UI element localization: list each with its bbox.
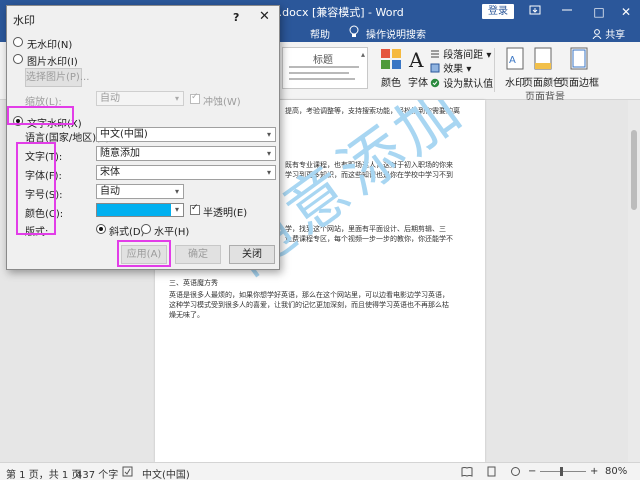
effects-label: 效果: [443, 64, 464, 75]
print-layout-icon[interactable]: [486, 466, 497, 480]
language-select[interactable]: 中文(中国) ▾: [96, 127, 276, 142]
highlight-field-labels: [16, 142, 56, 235]
style-line: [289, 66, 359, 68]
washout-checkbox[interactable]: [190, 92, 200, 104]
semitransparent-label[interactable]: 半透明(E): [203, 204, 247, 219]
help-icon[interactable]: ?: [233, 11, 239, 24]
page-borders-button[interactable]: 页面边框: [559, 46, 599, 94]
chevron-down-icon: ▾: [263, 166, 275, 179]
no-watermark-label[interactable]: 无水印(N): [27, 36, 72, 51]
chevron-down-icon: ▾: [171, 92, 183, 105]
radio-horizontal[interactable]: [141, 224, 151, 234]
diagonal-label[interactable]: 斜式(D): [109, 223, 145, 238]
page-color-label: 页面颜色: [523, 78, 563, 89]
share-button[interactable]: 共享: [592, 26, 625, 41]
page-color-icon: [534, 47, 552, 70]
svg-text:A: A: [509, 55, 516, 66]
zoom-out-button[interactable]: −: [528, 466, 536, 477]
scale-select[interactable]: 自动 ▾: [96, 91, 184, 106]
style-title-preview: 标题: [313, 55, 333, 66]
font-value: 宋体: [100, 167, 120, 178]
page-borders-label: 页面边框: [559, 78, 599, 89]
svg-text:A: A: [408, 48, 424, 72]
word-count[interactable]: 437 个字: [76, 466, 118, 480]
size-value: 自动: [100, 186, 120, 197]
tab-help[interactable]: 帮助: [310, 26, 330, 41]
paragraph-spacing-button[interactable]: 段落间距 ▾: [430, 46, 491, 61]
font-a-icon: A: [408, 48, 424, 72]
style-gallery[interactable]: 标题 ▴: [282, 47, 368, 89]
tell-me-search[interactable]: 操作说明搜索: [366, 26, 426, 41]
lightbulb-icon: [349, 25, 359, 37]
ribbon-divider: [494, 48, 495, 92]
user-icon: [592, 29, 602, 40]
picture-watermark-label[interactable]: 图片水印(I): [27, 53, 78, 68]
radio-picture-watermark[interactable]: [13, 54, 23, 64]
doc-line: 燥无味了。: [169, 311, 204, 319]
chevron-down-icon: ▾: [171, 204, 183, 216]
zoom-slider[interactable]: [540, 471, 586, 472]
horizontal-label[interactable]: 水平(H): [154, 223, 189, 238]
effects-icon: [430, 63, 440, 73]
text-select[interactable]: 随意添加 ▾: [96, 146, 276, 161]
ribbon-options-icon[interactable]: [526, 3, 544, 21]
close-window-icon[interactable]: ✕: [617, 3, 635, 21]
ok-button[interactable]: 确定: [175, 245, 221, 264]
set-default-button[interactable]: 设为默认值: [430, 75, 493, 90]
minimize-icon[interactable]: [558, 3, 576, 21]
close-button[interactable]: 关闭: [229, 245, 275, 264]
radio-no-watermark[interactable]: [13, 37, 23, 47]
document-title: PPT.docx [兼容模式] - Word: [260, 6, 404, 19]
style-line: [289, 78, 355, 80]
scrollbar-thumb[interactable]: [631, 130, 637, 210]
font-select[interactable]: 宋体 ▾: [96, 165, 276, 180]
color-picker[interactable]: ▾: [96, 203, 184, 217]
share-label: 共享: [605, 30, 626, 41]
zoom-in-button[interactable]: +: [590, 466, 598, 477]
checkmark-circle-icon: [430, 78, 440, 88]
effects-button[interactable]: 效果 ▾: [430, 60, 471, 75]
login-button[interactable]: 登录: [482, 4, 514, 19]
section-heading: 三、英语魔方秀: [169, 279, 218, 287]
doc-line: 这种学习模式受到很多人的喜爱，让我们的记忆更加深刻，而且使得学习英语也不再那么枯: [169, 301, 449, 309]
scale-value: 自动: [100, 93, 120, 104]
radio-diagonal[interactable]: [96, 224, 106, 234]
proofing-icon[interactable]: [122, 466, 133, 480]
chevron-down-icon: ▾: [263, 128, 275, 141]
zoom-level[interactable]: 80%: [605, 466, 627, 477]
highlight-text-watermark: [7, 106, 74, 125]
paragraph-spacing-icon: [431, 50, 439, 58]
style-line: [289, 72, 349, 74]
read-mode-icon[interactable]: [461, 466, 473, 480]
washout-label[interactable]: 冲蚀(W): [203, 93, 241, 108]
status-bar: 第 1 页，共 1 页 437 个字 中文(中国) − + 80%: [0, 462, 640, 480]
dialog-title: 水印: [13, 14, 35, 27]
set-default-label: 设为默认值: [443, 79, 494, 90]
doc-line: 英语是很多人最烦的，如果你想学好英语，那么在这个网站里，可以边看电影边学习英语，: [169, 291, 449, 299]
semitransparent-checkbox[interactable]: [190, 203, 200, 215]
text-value: 随意添加: [100, 148, 140, 159]
restore-icon[interactable]: □: [590, 3, 608, 21]
chevron-down-icon: ▾: [263, 147, 275, 160]
page-borders-icon: [570, 47, 588, 70]
chevron-down-icon: ▾: [171, 185, 183, 198]
page-color-button[interactable]: 页面颜色: [523, 46, 563, 94]
size-select[interactable]: 自动 ▾: [96, 184, 184, 199]
gallery-scroll-icon[interactable]: ▴: [361, 50, 365, 59]
select-picture-button[interactable]: 选择图片(P)...: [25, 68, 89, 87]
web-layout-icon[interactable]: [510, 466, 521, 480]
dialog-close-icon[interactable]: ✕: [259, 9, 270, 24]
language-status[interactable]: 中文(中国): [142, 466, 190, 480]
highlight-apply-button: [117, 240, 171, 267]
vertical-scrollbar[interactable]: [628, 100, 640, 462]
zoom-slider-handle[interactable]: [560, 467, 563, 476]
page-count[interactable]: 第 1 页，共 1 页: [6, 466, 81, 480]
language-value: 中文(中国): [100, 129, 148, 140]
